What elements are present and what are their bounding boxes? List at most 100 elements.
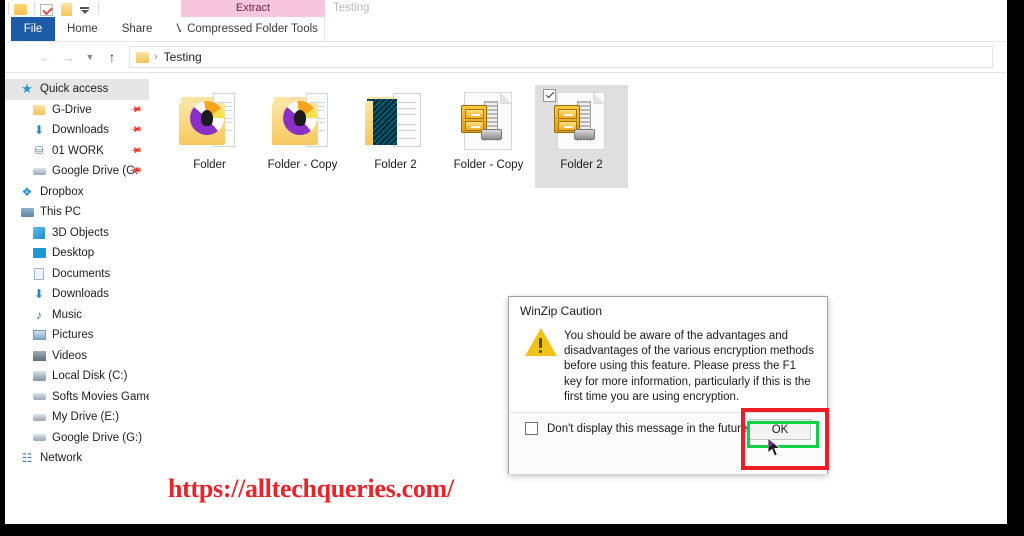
file-tile[interactable]: Folder - Copy [442,85,535,188]
sidebar-item-my-drive-e[interactable]: My Drive (E:) [5,407,149,428]
sidebar-item-local-disk-c[interactable]: Local Disk (C:) [5,366,149,387]
sidebar-item-label: Quick access [40,83,109,96]
sidebar-item-01-work[interactable]: ⛁ 01 WORK 📌 [5,141,149,162]
explorer-body: ★ Quick access G-Drive 📌 ⬇ Downloads 📌 ⛁ 01 WORK… [5,73,1007,524]
file-explorer-window: Extract Testing File Home Share View Com… [5,0,1007,524]
winzip-archive-icon [456,91,522,153]
folder-with-disc-icon [270,91,336,153]
address-input[interactable]: › Testing [129,46,993,68]
sidebar-item-desktop[interactable]: Desktop [5,243,149,264]
tab-home[interactable]: Home [55,17,110,41]
sidebar-item-label: Desktop [52,247,95,260]
sidebar-item-label: Downloads [52,124,109,137]
tab-file[interactable]: File [11,17,55,41]
sidebar-item-network[interactable]: ☷ Network [5,448,149,469]
sidebar-item-google-drive-g[interactable]: Google Drive (G:) [5,428,149,449]
navigation-pane: ★ Quick access G-Drive 📌 ⬇ Downloads 📌 ⛁ 01 WORK… [5,73,149,524]
recent-locations-chevron-down-icon[interactable]: ▼ [79,46,101,68]
sidebar-item-softs-movies-games[interactable]: Softs Movies Games [5,387,149,408]
file-grid: Folder Folder - Copy Folder 2 Folder - Copy… [163,85,1007,188]
download-icon: ⬇ [33,123,45,138]
warning-triangle-icon [525,328,557,357]
hard-disk-icon [31,368,47,384]
drive-icon [31,409,47,425]
title-bar [5,0,1007,17]
winzip-caution-dialog: WinZip Caution You should be aware of th… [508,296,828,474]
drive-icon [31,430,47,446]
sidebar-item-label: 3D Objects [52,226,109,239]
contextual-group-label: Extract [235,2,271,14]
drive-icon [31,163,47,179]
sidebar-item-label: G-Drive [52,103,92,116]
file-tile[interactable]: Folder 2 [349,85,442,188]
sidebar-item-label: My Drive (E:) [52,411,120,424]
winzip-archive-icon [549,91,615,153]
3d-objects-icon [31,225,47,241]
forward-arrow-icon[interactable]: → [57,46,79,68]
network-icon: ☷ [21,451,33,466]
folder-icon[interactable] [14,2,29,16]
file-tile[interactable]: Folder - Copy [256,85,349,188]
file-tile[interactable]: Folder [163,85,256,188]
desktop-icon [31,245,47,261]
sidebar-item-dropbox[interactable]: ❖ Dropbox [5,182,149,203]
suppress-message-checkbox[interactable] [525,422,538,435]
folder-with-disc-icon [177,91,243,153]
this-pc-icon [19,204,35,220]
sidebar-item-label: Downloads [52,288,109,301]
sidebar-item-label: Documents [52,267,111,280]
sidebar-item-this-pc[interactable]: This PC [5,202,149,223]
divider [8,2,9,15]
sidebar-item-label: Local Disk (C:) [52,370,128,383]
music-icon: ♪ [36,307,42,322]
sidebar-item-3d-objects[interactable]: 3D Objects [5,223,149,244]
folder-icon [136,51,149,63]
suppress-message-row[interactable]: Don't display this message in the future [525,422,747,435]
up-arrow-icon[interactable]: ↑ [101,46,123,68]
pin-icon[interactable]: 📌 [129,123,142,136]
tab-compressed-folder-tools[interactable]: Compressed Folder Tools [181,17,325,41]
sidebar-item-label: Network [40,452,83,465]
sidebar-item-label: 01 WORK [52,144,104,157]
sidebar-item-pictures[interactable]: Pictures [5,325,149,346]
watermark-url: https://alltechqueries.com/ [168,474,454,503]
customize-chevron-down-icon[interactable] [78,2,93,16]
divider [34,2,35,15]
folder-icon[interactable] [59,2,74,16]
pin-icon[interactable]: 📌 [129,143,142,156]
sidebar-item-google-drive-g[interactable]: Google Drive (G: 📌 [5,161,149,182]
back-arrow-icon[interactable]: ← [35,46,57,68]
file-label: Folder 2 [560,159,603,171]
dropbox-icon: ❖ [21,184,33,199]
pin-icon[interactable]: 📌 [129,102,142,115]
file-label: Folder 2 [374,159,417,171]
sidebar-item-label: This PC [40,206,81,219]
dialog-message: You should be aware of the advantages an… [564,330,814,403]
ok-button[interactable]: OK [749,419,811,440]
sidebar-item-label: Google Drive (G:) [52,431,143,444]
videos-icon [31,348,47,364]
sidebar-item-quick-access[interactable]: ★ Quick access [5,79,149,100]
sidebar-item-music[interactable]: ♪ Music [5,305,149,326]
sidebar-item-downloads[interactable]: ⬇ Downloads 📌 [5,120,149,141]
star-icon: ★ [21,81,33,97]
file-label: Folder - Copy [267,159,338,171]
file-label: Folder - Copy [453,159,524,171]
download-icon: ⬇ [33,287,45,302]
tab-share[interactable]: Share [110,17,165,41]
sidebar-item-videos[interactable]: Videos [5,346,149,367]
documents-icon [31,266,47,282]
sidebar-item-g-drive[interactable]: G-Drive 📌 [5,100,149,121]
breadcrumb-current[interactable]: Testing [164,50,202,64]
pictures-icon [31,327,47,343]
folder-icon [31,102,47,118]
dialog-footer: Don't display this message in the future… [509,413,827,474]
sidebar-item-documents[interactable]: Documents [5,264,149,285]
drive-icon [31,389,47,405]
contextual-tab-group-band: Extract [181,0,325,17]
sidebar-item-downloads[interactable]: ⬇ Downloads [5,284,149,305]
file-tile[interactable]: Folder 2 [535,85,628,188]
ribbon-tab-row: File Home Share View [5,17,1007,41]
sidebar-item-label: Dropbox [40,185,84,198]
checklist-icon[interactable] [40,2,55,16]
